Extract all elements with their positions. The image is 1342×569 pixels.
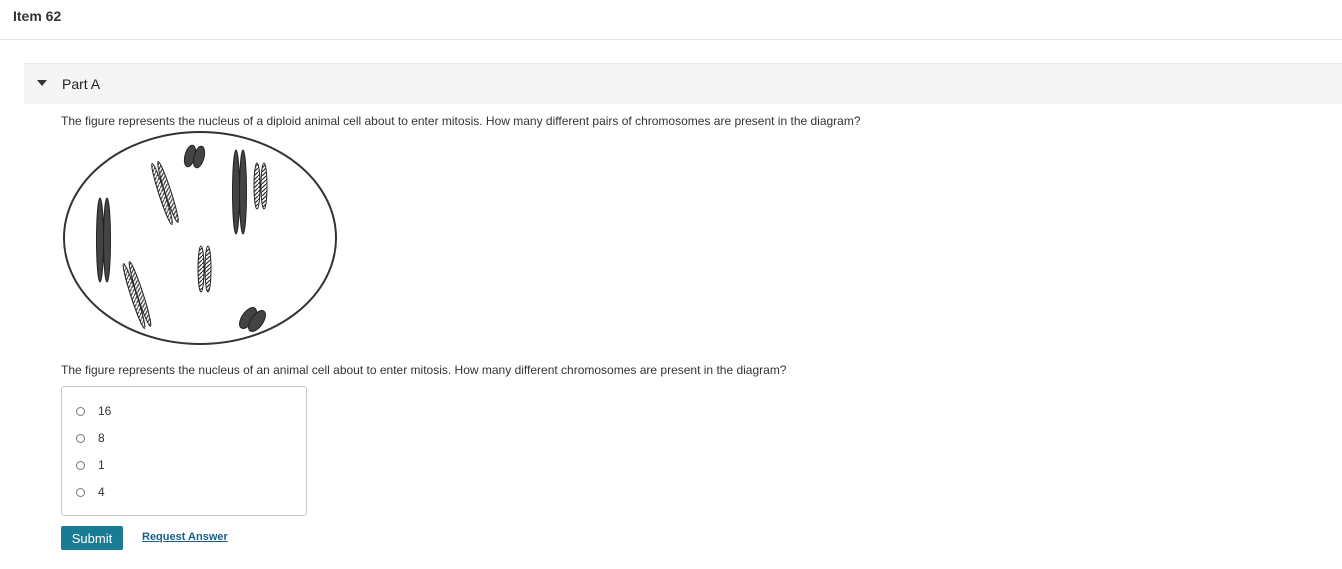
choice-8[interactable]: 8	[76, 430, 105, 446]
part-label: Part A	[62, 76, 101, 92]
radio-button[interactable]	[76, 487, 85, 497]
radio-button[interactable]	[76, 433, 85, 443]
caret-down-icon[interactable]	[37, 80, 47, 86]
request-answer-link[interactable]: Request Answer	[142, 530, 228, 544]
choice-16[interactable]: 16	[76, 403, 111, 419]
choice-4[interactable]: 4	[76, 484, 105, 500]
question-text-1: The figure represents the nucleus of a d…	[61, 114, 861, 128]
item-title: Item 62	[13, 8, 62, 24]
choice-1[interactable]: 1	[76, 457, 105, 473]
radio-button[interactable]	[76, 406, 85, 416]
part-a-header[interactable]: Part A	[24, 63, 1342, 104]
answer-choices: 16 8 1 4	[61, 386, 307, 516]
nucleus-diagram	[63, 131, 337, 345]
choice-label: 4	[98, 485, 105, 499]
choice-label: 16	[98, 404, 112, 418]
question-text-2: The figure represents the nucleus of an …	[61, 363, 787, 377]
choice-label: 8	[98, 431, 105, 445]
choice-label: 1	[98, 458, 105, 472]
radio-button[interactable]	[76, 460, 85, 470]
submit-button[interactable]: Submit	[61, 526, 123, 550]
top-divider	[0, 39, 1342, 40]
